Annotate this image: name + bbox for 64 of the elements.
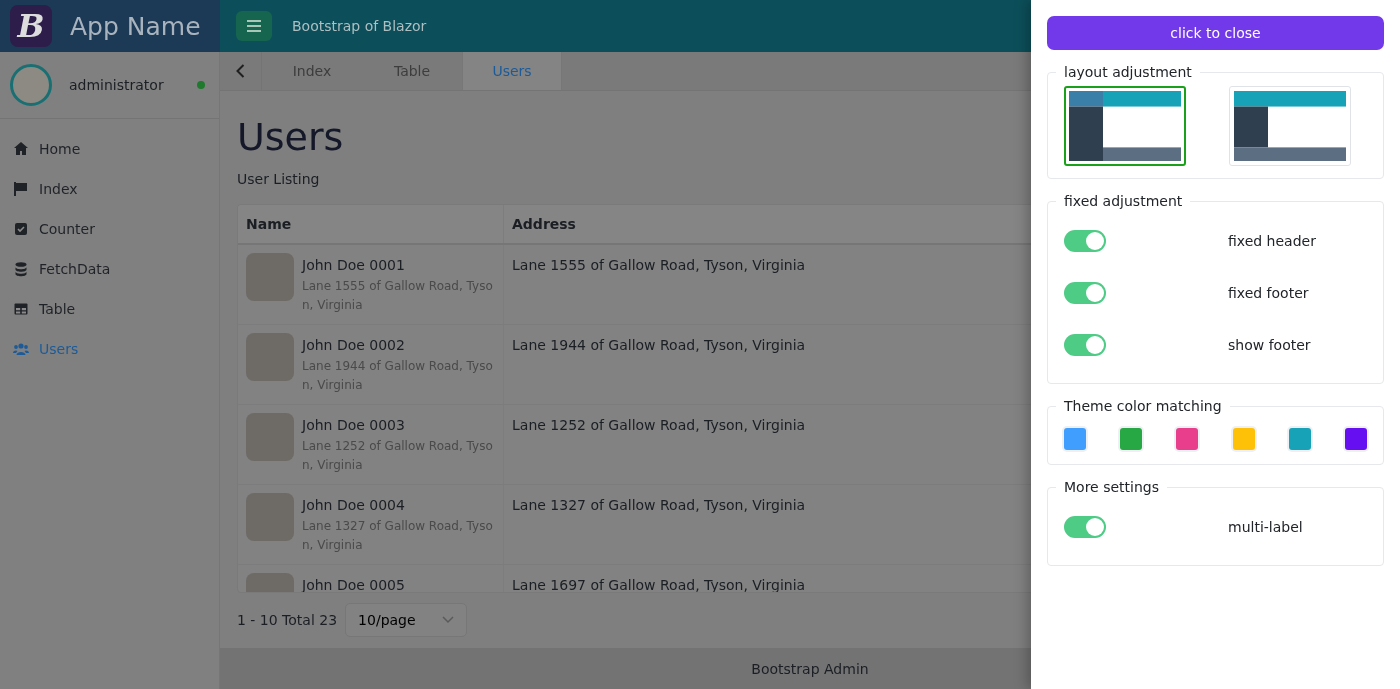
- address-detail: Lane 1327 of Gallow Road, Tyson, Virginia: [302, 518, 494, 554]
- app-name: App Name: [70, 11, 201, 41]
- photo-placeholder: [246, 413, 294, 461]
- page-title: Users: [237, 115, 344, 159]
- user-name-cell-text: John Doe 0004: [302, 497, 406, 513]
- section-title: More settings: [1063, 479, 1160, 495]
- nav-item[interactable]: FetchData: [0, 249, 219, 289]
- address-detail: Lane 1252 of Gallow Road, Tyson, Virginia: [302, 438, 494, 474]
- color-swatch[interactable]: [1120, 428, 1143, 450]
- toggle-label: fixed footer: [1228, 285, 1309, 301]
- nav-item[interactable]: Counter: [0, 209, 219, 249]
- color-swatch[interactable]: [1176, 428, 1199, 450]
- header-title: Bootstrap of Blazor: [292, 18, 427, 34]
- user-name: administrator: [69, 77, 165, 93]
- photo-placeholder: [246, 333, 294, 381]
- flag-icon: [13, 181, 29, 197]
- toggle-switch[interactable]: [1064, 516, 1106, 538]
- tab[interactable]: Index: [262, 52, 362, 90]
- users-icon: [13, 341, 29, 357]
- address-cell: Lane 1327 of Gallow Road, Tyson, Virginia: [512, 497, 806, 513]
- close-button[interactable]: click to close: [1047, 16, 1384, 50]
- nav-item[interactable]: Index: [0, 169, 219, 209]
- home-icon: [13, 141, 29, 157]
- toggle-switch[interactable]: [1064, 282, 1106, 304]
- footer-text: Bootstrap Admin: [751, 660, 869, 677]
- address-cell: Lane 1555 of Gallow Road, Tyson, Virginia: [512, 257, 806, 273]
- column-header: Address: [512, 216, 576, 232]
- user-name-cell-text: John Doe 0002: [302, 337, 406, 353]
- address-detail: Lane 1944 of Gallow Road, Tyson, Virginia: [302, 358, 494, 394]
- color-swatch[interactable]: [1288, 428, 1311, 450]
- user-avatar: [10, 64, 52, 106]
- page-size-select[interactable]: 10/page: [345, 603, 468, 638]
- app-logo: B: [10, 5, 52, 47]
- section-title: fixed adjustment: [1063, 193, 1184, 209]
- user-name-cell-text: John Doe 0001: [302, 257, 406, 273]
- color-swatch[interactable]: [1344, 428, 1367, 450]
- color-swatch[interactable]: [1232, 428, 1255, 450]
- table-icon: [13, 301, 29, 317]
- toggle-switch[interactable]: [1064, 230, 1106, 252]
- user-name-cell-text: John Doe 0003: [302, 417, 406, 433]
- section-title: layout adjustment: [1063, 64, 1193, 80]
- address-cell: Lane 1944 of Gallow Road, Tyson, Virginia: [512, 337, 806, 353]
- nav-item[interactable]: Home: [0, 129, 219, 169]
- toggle-label: show footer: [1228, 337, 1311, 353]
- database-icon: [13, 261, 29, 277]
- color-swatch[interactable]: [1064, 428, 1086, 450]
- menu-icon: [247, 20, 261, 32]
- toggle-label: multi-label: [1228, 519, 1303, 535]
- tab[interactable]: Table: [362, 52, 462, 90]
- toggle-label: fixed header: [1228, 233, 1316, 249]
- caret-icon: [442, 616, 455, 625]
- menu-button[interactable]: [236, 11, 272, 41]
- section-title: Theme color matching: [1063, 398, 1223, 414]
- address-cell: Lane 1252 of Gallow Road, Tyson, Virginia: [512, 417, 806, 433]
- address-detail: Lane 1555 of Gallow Road, Tyson, Virginia: [302, 278, 494, 314]
- chevron-left-icon: [236, 64, 245, 78]
- photo-placeholder: [246, 493, 294, 541]
- nav-item[interactable]: Table: [0, 289, 219, 329]
- column-header: Name: [246, 216, 292, 232]
- pagination-summary: 1 - 10 Total 23: [237, 612, 338, 629]
- toggle-switch[interactable]: [1064, 334, 1106, 356]
- page-subtitle: User Listing: [237, 171, 320, 187]
- checkbox-icon: [13, 221, 29, 237]
- photo-placeholder: [246, 253, 294, 301]
